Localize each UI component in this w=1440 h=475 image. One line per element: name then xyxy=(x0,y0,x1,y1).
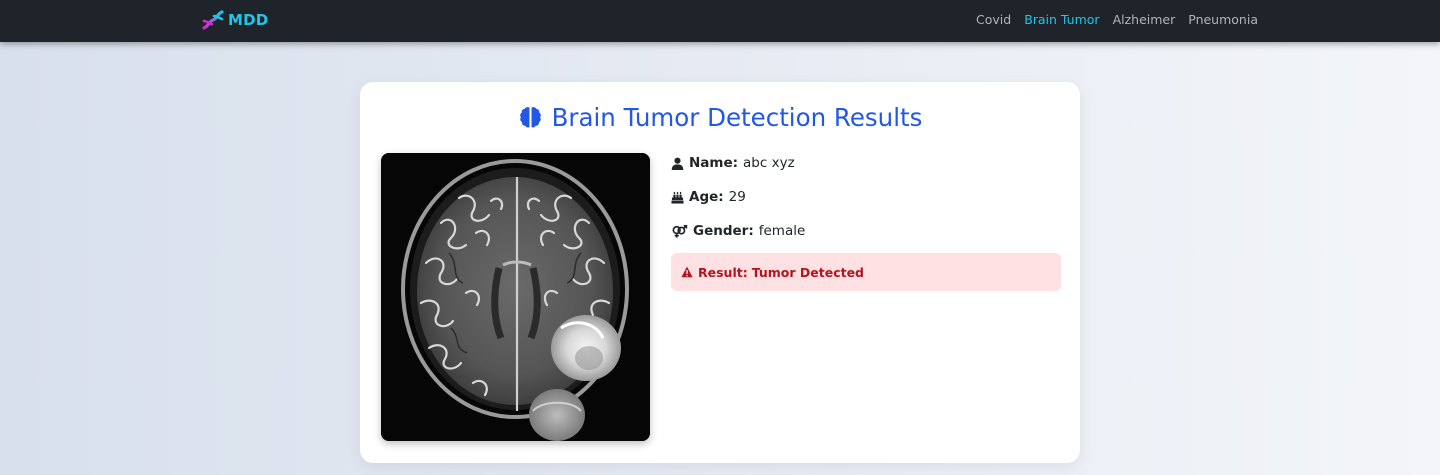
nav-link-pneumonia[interactable]: Pneumonia xyxy=(1188,12,1258,27)
patient-gender-row: Gender: female xyxy=(671,221,805,241)
mri-scan-image xyxy=(381,153,650,441)
nav-link-covid[interactable]: Covid xyxy=(976,12,1011,27)
brain-icon xyxy=(519,106,541,127)
brand-name: MDD xyxy=(228,11,269,29)
age-label: Age: xyxy=(689,189,724,205)
results-card: Brain Tumor Detection Results Name: abc … xyxy=(360,82,1080,463)
nav-links: Covid Brain Tumor Alzheimer Pneumonia xyxy=(976,12,1258,27)
birthday-cake-icon xyxy=(671,191,684,204)
venus-mars-icon xyxy=(672,224,688,238)
warning-icon xyxy=(681,266,693,278)
dna-icon xyxy=(202,10,224,30)
page-title: Brain Tumor Detection Results xyxy=(551,102,923,132)
user-icon xyxy=(671,157,684,170)
patient-age-row: Age: 29 xyxy=(671,187,746,207)
nav-link-brain-tumor[interactable]: Brain Tumor xyxy=(1024,12,1099,27)
name-value: abc xyz xyxy=(743,155,795,171)
patient-name-row: Name: abc xyz xyxy=(671,153,795,173)
name-label: Name: xyxy=(689,155,739,171)
result-value: Tumor Detected xyxy=(751,264,865,280)
brand-link[interactable]: MDD xyxy=(201,9,268,31)
gender-value: female xyxy=(758,223,806,239)
result-alert: Result: Tumor Detected xyxy=(671,253,1061,291)
nav-link-alzheimer[interactable]: Alzheimer xyxy=(1113,12,1176,27)
age-value: 29 xyxy=(728,189,746,205)
navbar: MDD Covid Brain Tumor Alzheimer Pneumoni… xyxy=(0,0,1440,42)
card-title: Brain Tumor Detection Results xyxy=(360,100,1080,134)
result-label: Result: xyxy=(698,264,748,280)
gender-label: Gender: xyxy=(693,223,754,239)
